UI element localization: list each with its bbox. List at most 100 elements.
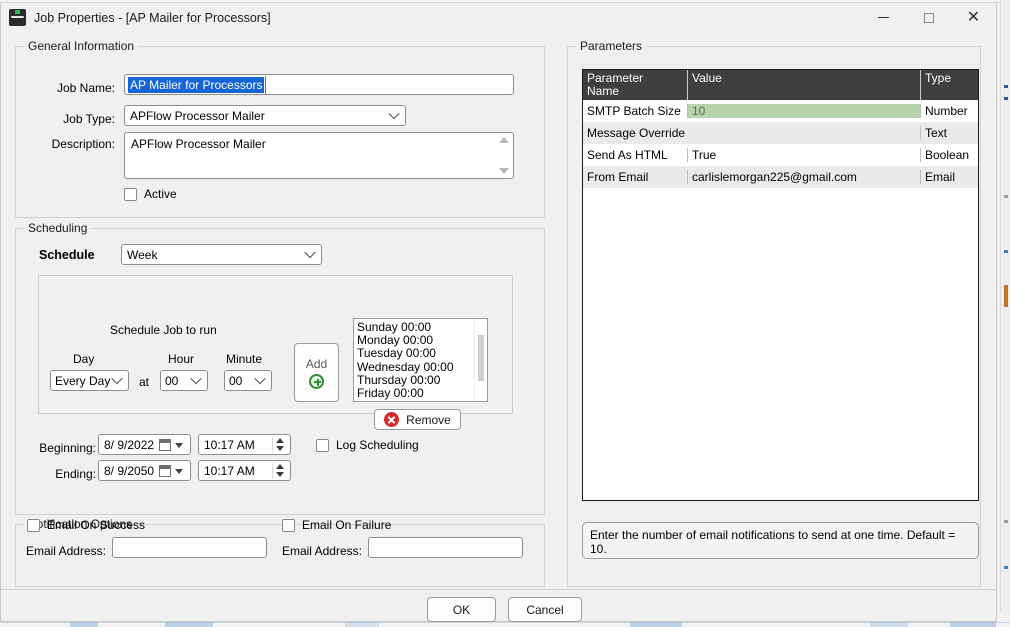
- chevron-down-icon: [175, 442, 183, 448]
- cell-parameter-name: From Email: [587, 170, 649, 184]
- parameters-table[interactable]: Parameter Name Value Type SMTP Batch Siz…: [582, 69, 979, 501]
- failure-email-input[interactable]: [368, 537, 523, 558]
- beginning-label: Beginning:: [39, 441, 96, 455]
- list-item[interactable]: Friday 00:00: [357, 386, 487, 400]
- column-header-type: Type: [920, 70, 978, 100]
- spinner-up-icon[interactable]: [276, 464, 284, 470]
- chevron-down-icon: [254, 372, 266, 384]
- ok-button-label: OK: [452, 602, 471, 617]
- chevron-down-icon: [190, 372, 202, 384]
- schedule-entries-listbox[interactable]: Sunday 00:00 Monday 00:00 Tuesday 00:00 …: [353, 318, 488, 402]
- email-on-failure-row[interactable]: Email On Failure: [282, 518, 391, 532]
- table-row[interactable]: Send As HTML True Boolean: [583, 144, 978, 166]
- spinner-arrows[interactable]: [272, 463, 287, 478]
- scroll-up-icon[interactable]: [499, 137, 509, 143]
- background-fleck: [1004, 195, 1008, 198]
- spinner-arrows[interactable]: [272, 437, 287, 452]
- email-on-failure-checkbox[interactable]: [282, 518, 295, 532]
- job-type-combobox[interactable]: APFlow Processor Mailer: [124, 105, 406, 126]
- taskbar-item[interactable]: [870, 622, 908, 627]
- day-combobox[interactable]: Every Day: [50, 370, 129, 391]
- beginning-time-spinner[interactable]: 10:17 AM: [198, 434, 291, 455]
- minute-label: Minute: [226, 352, 263, 366]
- scrollbar-thumb[interactable]: [478, 335, 484, 381]
- chevron-down-icon: [388, 107, 400, 119]
- app-icon: [9, 9, 26, 26]
- description-value: APFlow Processor Mailer: [131, 137, 266, 151]
- table-header-row: Parameter Name Value Type: [583, 70, 978, 100]
- taskbar-item[interactable]: [630, 622, 682, 627]
- maximize-button[interactable]: [906, 3, 951, 32]
- description-textarea[interactable]: APFlow Processor Mailer: [124, 132, 514, 179]
- cell-parameter-name: Send As HTML: [587, 148, 668, 162]
- hour-combobox[interactable]: 00: [160, 370, 208, 391]
- ending-time-spinner[interactable]: 10:17 AM: [198, 460, 291, 481]
- schedule-job-title: Schedule Job to run: [110, 323, 217, 337]
- taskbar-item[interactable]: [950, 622, 996, 627]
- success-email-label: Email Address:: [25, 544, 106, 558]
- log-scheduling-checkbox[interactable]: [316, 438, 329, 452]
- beginning-date-picker[interactable]: 8/ 9/2022: [98, 434, 191, 455]
- spinner-down-icon[interactable]: [276, 471, 284, 477]
- minute-combobox[interactable]: 00: [224, 370, 272, 391]
- calendar-icon: [159, 464, 171, 477]
- active-label: Active: [144, 187, 177, 201]
- cell-type: Boolean: [920, 148, 978, 162]
- cell-value[interactable]: True: [687, 148, 920, 162]
- cell-type: Email: [920, 170, 978, 184]
- column-header-value: Value: [687, 70, 920, 100]
- job-name-label: Job Name:: [56, 81, 115, 95]
- job-properties-dialog: Job Properties - [AP Mailer for Processo…: [0, 3, 997, 622]
- hour-label: Hour: [168, 352, 195, 366]
- at-label: at: [139, 375, 150, 389]
- cell-value[interactable]: 10: [687, 104, 920, 118]
- email-on-failure-label: Email On Failure: [302, 518, 392, 532]
- remove-schedule-button[interactable]: Remove: [374, 409, 461, 430]
- general-information-legend: General Information: [24, 39, 139, 53]
- active-checkbox-row[interactable]: Active: [124, 187, 177, 201]
- table-row[interactable]: Message Override Text: [583, 122, 978, 144]
- scroll-down-icon[interactable]: [499, 168, 509, 174]
- schedule-combobox[interactable]: Week: [121, 244, 322, 265]
- minimize-icon: [878, 17, 889, 18]
- background-fleck: [1004, 285, 1008, 307]
- success-email-input[interactable]: [112, 537, 267, 558]
- list-item[interactable]: Wednesday 00:00: [357, 360, 487, 374]
- active-checkbox[interactable]: [124, 187, 137, 201]
- cancel-button[interactable]: Cancel: [508, 597, 582, 622]
- parameters-legend: Parameters: [576, 39, 647, 53]
- footer-separator: [1, 589, 996, 590]
- listbox-scrollbar[interactable]: [474, 319, 487, 401]
- job-name-input[interactable]: AP Mailer for Processors: [124, 74, 514, 95]
- close-button[interactable]: ✕: [951, 3, 996, 32]
- chevron-down-icon: [175, 468, 183, 474]
- parameter-hint-box: Enter the number of email notifications …: [582, 522, 979, 559]
- add-schedule-button[interactable]: Add: [294, 343, 339, 402]
- email-on-success-row[interactable]: Email On Success: [27, 518, 145, 532]
- minimize-button[interactable]: [861, 3, 906, 32]
- spinner-up-icon[interactable]: [276, 438, 284, 444]
- log-scheduling-row[interactable]: Log Scheduling: [316, 438, 419, 452]
- description-label: Description:: [51, 137, 115, 151]
- table-row[interactable]: From Email carlislemorgan225@gmail.com E…: [583, 166, 978, 188]
- job-name-value: AP Mailer for Processors: [128, 75, 265, 94]
- email-on-success-checkbox[interactable]: [27, 518, 40, 532]
- ok-button[interactable]: OK: [427, 597, 496, 622]
- spinner-down-icon[interactable]: [276, 445, 284, 451]
- ending-label: Ending:: [55, 467, 96, 481]
- taskbar-item[interactable]: [70, 622, 98, 627]
- job-type-value: APFlow Processor Mailer: [130, 108, 265, 123]
- description-scrollbar[interactable]: [496, 134, 512, 177]
- cell-value[interactable]: carlislemorgan225@gmail.com: [687, 170, 920, 184]
- chevron-down-icon: [304, 246, 316, 258]
- beginning-time-value: 10:17 AM: [204, 437, 255, 452]
- ending-time-value: 10:17 AM: [204, 463, 255, 478]
- list-item[interactable]: Tuesday 00:00: [357, 347, 487, 360]
- taskbar-item[interactable]: [165, 622, 213, 627]
- day-label: Day: [73, 352, 95, 366]
- ending-date-picker[interactable]: 8/ 9/2050: [98, 460, 191, 481]
- table-row[interactable]: SMTP Batch Size 10 Number: [583, 100, 978, 122]
- title-bar[interactable]: Job Properties - [AP Mailer for Processo…: [1, 3, 996, 32]
- circle-plus-icon: [309, 373, 324, 389]
- taskbar-item[interactable]: [345, 622, 379, 627]
